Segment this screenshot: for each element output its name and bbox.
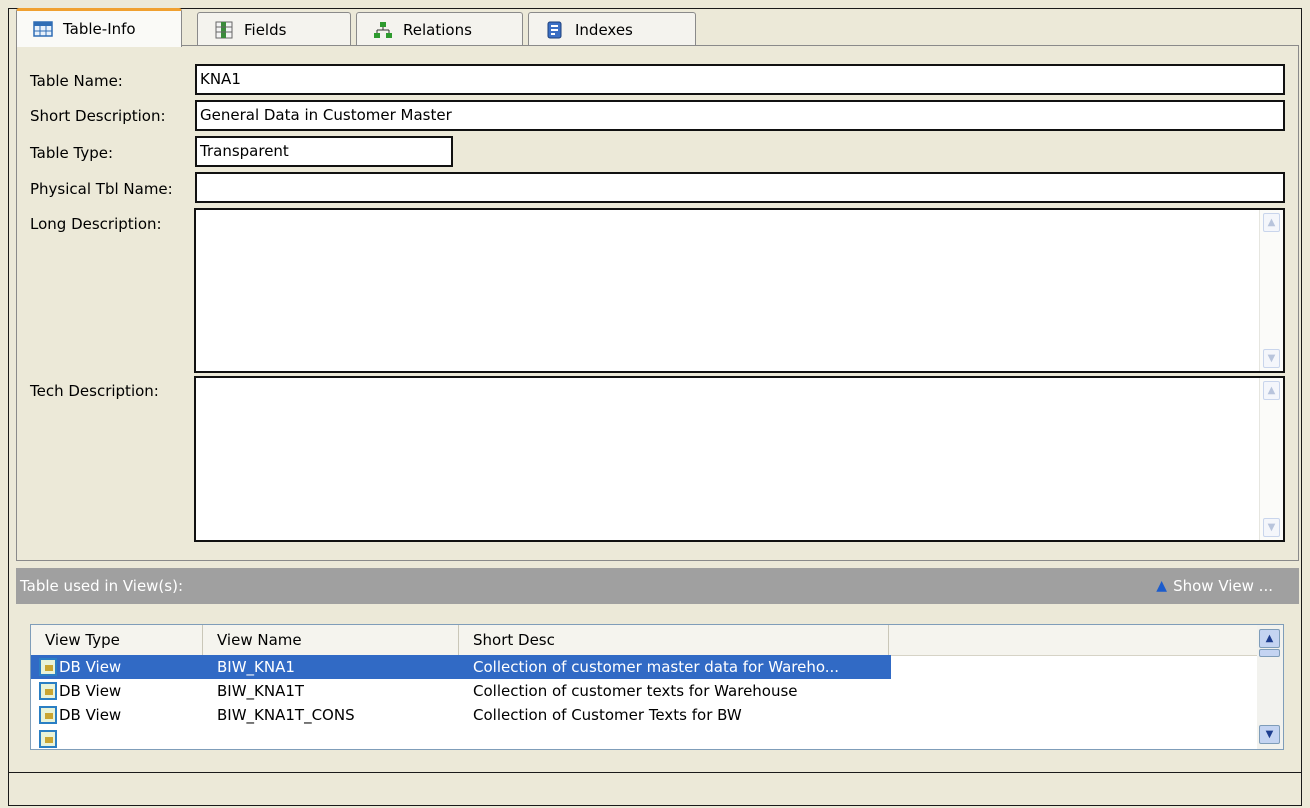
long-description-scrollbar[interactable]: ▲ ▼ xyxy=(1259,210,1283,371)
scroll-thumb[interactable] xyxy=(1259,649,1280,657)
status-divider xyxy=(9,772,1301,773)
row-view-name: BIW_KNA1 xyxy=(217,658,295,676)
row-view-name: BIW_KNA1T xyxy=(217,682,305,700)
db-view-icon xyxy=(39,682,57,700)
show-view-label: Show View ... xyxy=(1173,577,1273,595)
scroll-down-icon[interactable]: ▼ xyxy=(1263,349,1280,368)
table-name-field[interactable]: KNA1 xyxy=(195,64,1285,95)
tab-label: Fields xyxy=(244,20,287,39)
fields-icon xyxy=(214,21,234,39)
tech-description-textarea[interactable]: ▲ ▼ xyxy=(194,376,1285,542)
tab-label: Indexes xyxy=(575,20,633,39)
column-header-view-type[interactable]: View Type xyxy=(31,625,203,655)
tab-label: Table-Info xyxy=(63,20,136,38)
scroll-up-icon[interactable]: ▲ xyxy=(1263,381,1280,400)
column-header-view-name[interactable]: View Name xyxy=(203,625,459,655)
table-row-partial[interactable] xyxy=(31,727,1257,749)
db-view-icon xyxy=(39,706,57,724)
scroll-down-icon[interactable]: ▼ xyxy=(1263,518,1280,537)
views-list-header: View Type View Name Short Desc xyxy=(31,625,1257,656)
table-row[interactable]: DB View BIW_KNA1T Collection of customer… xyxy=(31,679,1257,703)
long-description-label: Long Description: xyxy=(30,215,162,233)
tab-fields[interactable]: Fields xyxy=(197,12,351,46)
views-section-header: Table used in View(s): ▲ Show View ... xyxy=(16,568,1299,604)
table-info-panel: Table Name: KNA1 Short Description: Gene… xyxy=(16,45,1299,561)
table-row[interactable]: DB View BIW_KNA1T_CONS Collection of Cus… xyxy=(31,703,1257,727)
db-view-icon xyxy=(39,730,57,748)
tab-table-info[interactable]: Table-Info xyxy=(16,8,182,47)
tab-label: Relations xyxy=(403,20,472,39)
tab-indexes[interactable]: Indexes xyxy=(528,12,696,46)
tab-bar: Table-Info Fields Relations Indexes xyxy=(16,8,1296,47)
short-description-label: Short Description: xyxy=(30,107,166,125)
physical-tbl-name-field[interactable] xyxy=(195,172,1285,203)
scroll-up-icon[interactable]: ▲ xyxy=(1259,629,1280,648)
table-icon xyxy=(33,20,53,38)
views-section-title: Table used in View(s): xyxy=(20,577,184,595)
table-type-label: Table Type: xyxy=(30,144,114,162)
views-list-scrollbar[interactable]: ▲ ▼ xyxy=(1257,625,1283,749)
row-short-desc: Collection of customer master data for W… xyxy=(473,658,840,676)
show-view-button[interactable]: ▲ Show View ... xyxy=(1156,577,1273,595)
scroll-down-icon[interactable]: ▼ xyxy=(1259,725,1280,744)
row-view-name: BIW_KNA1T_CONS xyxy=(217,706,355,724)
arrow-up-icon: ▲ xyxy=(1156,578,1168,594)
views-list[interactable]: View Type View Name Short Desc DB View B… xyxy=(30,624,1284,750)
table-row[interactable]: DB View BIW_KNA1 Collection of customer … xyxy=(31,655,1257,679)
table-name-label: Table Name: xyxy=(30,72,123,90)
tab-relations[interactable]: Relations xyxy=(356,12,523,46)
row-view-type: DB View xyxy=(59,658,122,676)
scroll-up-icon[interactable]: ▲ xyxy=(1263,213,1280,232)
indexes-icon xyxy=(545,21,565,39)
tech-description-scrollbar[interactable]: ▲ ▼ xyxy=(1259,378,1283,540)
row-short-desc: Collection of Customer Texts for BW xyxy=(473,706,742,724)
long-description-textarea[interactable]: ▲ ▼ xyxy=(194,208,1285,373)
physical-tbl-name-label: Physical Tbl Name: xyxy=(30,180,173,198)
db-view-icon xyxy=(39,658,57,676)
row-view-type: DB View xyxy=(59,682,122,700)
short-description-field[interactable]: General Data in Customer Master xyxy=(195,100,1285,131)
column-header-short-desc[interactable]: Short Desc xyxy=(459,625,889,655)
tech-description-label: Tech Description: xyxy=(30,382,159,400)
relations-icon xyxy=(373,21,393,39)
table-type-field[interactable]: Transparent xyxy=(195,136,453,167)
row-view-type: DB View xyxy=(59,706,122,724)
row-short-desc: Collection of customer texts for Warehou… xyxy=(473,682,798,700)
